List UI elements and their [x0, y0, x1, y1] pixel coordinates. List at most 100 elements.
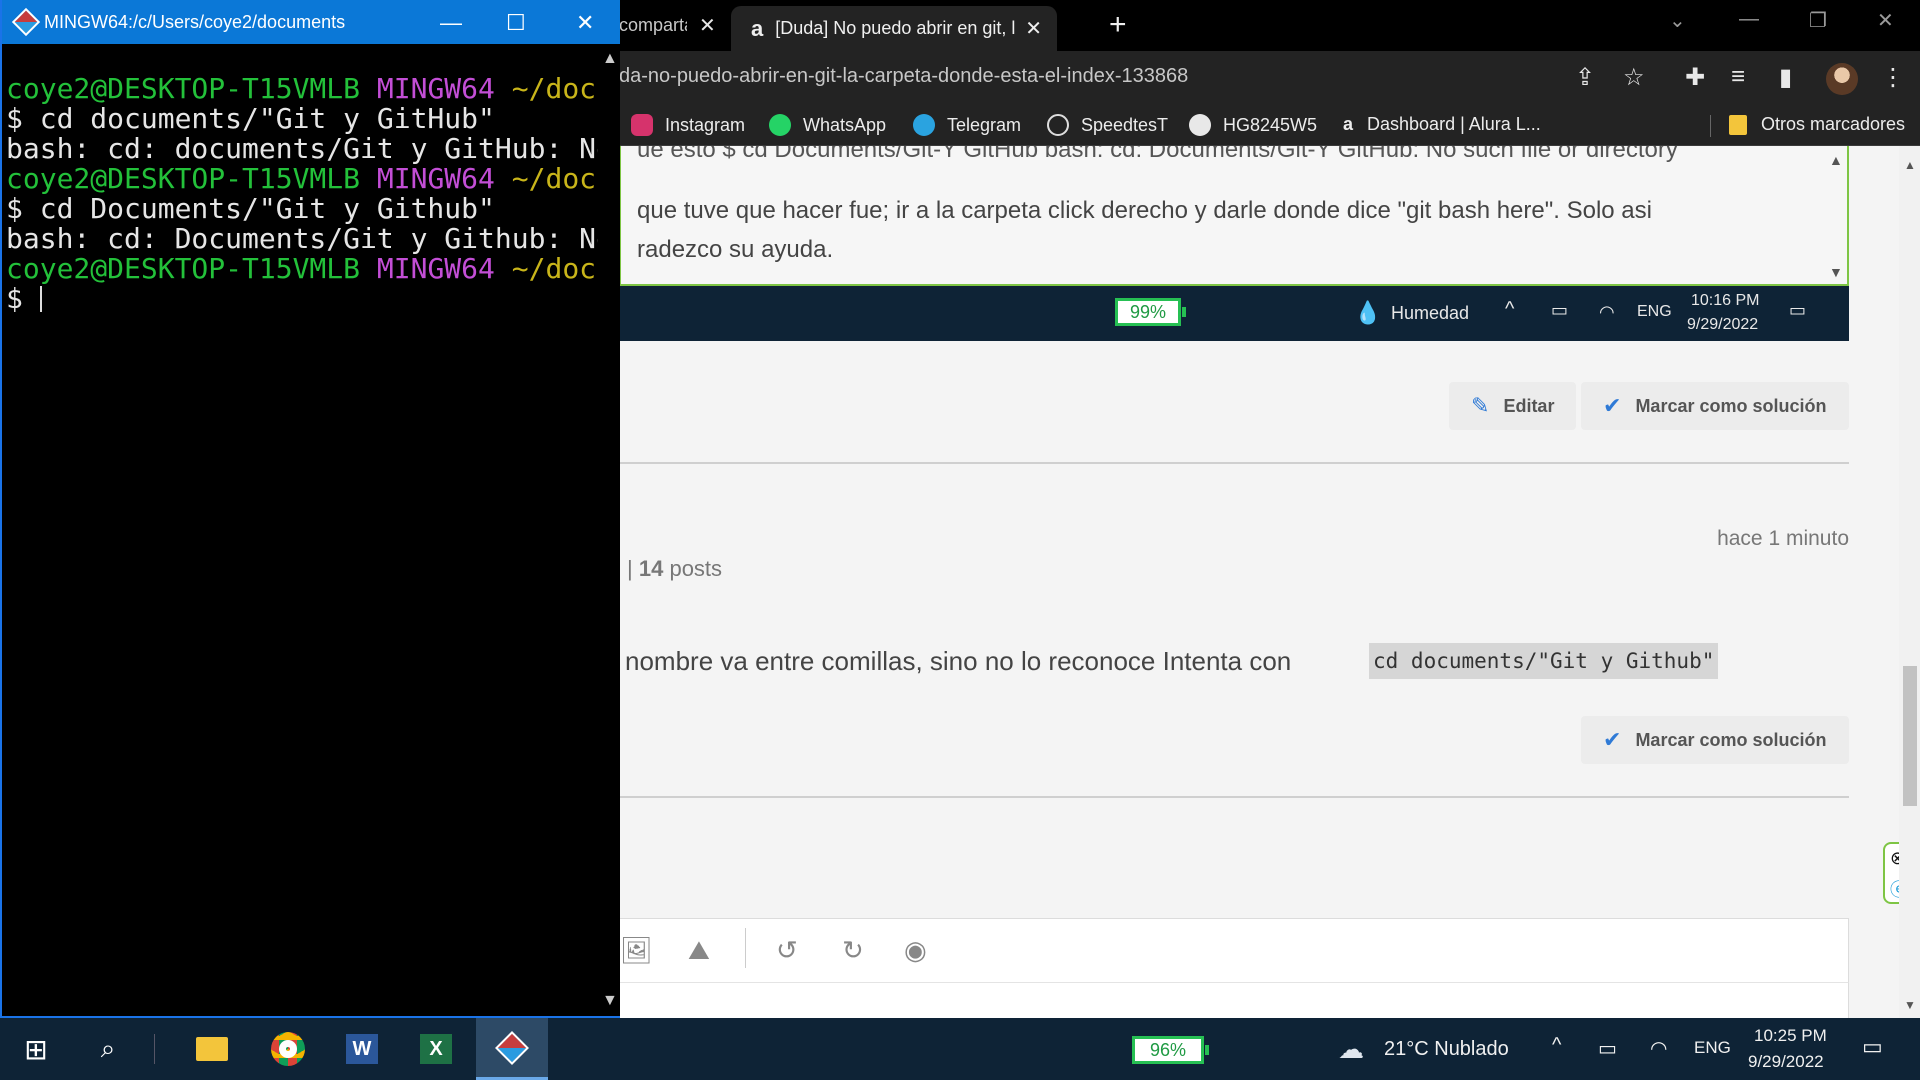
- language-indicator[interactable]: ENG: [1694, 1038, 1731, 1058]
- page-scrollbar[interactable]: ▲ ▼: [1899, 146, 1920, 1018]
- prompt-user: coye2@DESKTOP-T15VMLB: [6, 252, 361, 285]
- check-icon: ✔: [1603, 393, 1622, 418]
- edge-icon[interactable]: ⓔ: [1890, 876, 1899, 902]
- media-icon[interactable]: ≡: [1731, 63, 1745, 91]
- undo-icon[interactable]: ↺: [776, 935, 798, 966]
- wifi-icon: ◠: [1599, 302, 1615, 322]
- reply-divider: [619, 796, 1849, 798]
- separator: |: [627, 556, 633, 581]
- address-bar[interactable]: da-no-puedo-abrir-en-git-la-carpeta-dond…: [619, 65, 1519, 88]
- terminal-scrollbar[interactable]: ▲ ▼: [598, 44, 620, 1016]
- bookmark-instagram[interactable]: Instagram: [631, 114, 745, 136]
- tab-active-label: [Duda] No puedo abrir en git, la carpeta: [775, 18, 1016, 38]
- scroll-up-icon[interactable]: ▲: [602, 50, 618, 68]
- edit-button[interactable]: ✎ Editar: [1449, 382, 1577, 430]
- profile-avatar[interactable]: [1826, 63, 1858, 95]
- git-icon: [11, 7, 41, 37]
- bookmark-alura[interactable]: a Dashboard | Alura L...: [1343, 114, 1541, 135]
- scroll-down-icon: ▼: [1829, 264, 1843, 280]
- menu-icon[interactable]: ⋮: [1881, 63, 1905, 92]
- clock-date[interactable]: 9/29/2022: [1748, 1052, 1824, 1072]
- terminal-block: coye2@DESKTOP-T15VMLB MINGW64 ~/document…: [6, 164, 616, 254]
- bookmark-hg8245w5[interactable]: HG8245W5: [1189, 114, 1317, 136]
- preview-eye-icon[interactable]: ◉: [904, 935, 927, 966]
- excel-icon[interactable]: X: [414, 1018, 458, 1080]
- minimize-icon[interactable]: —: [1739, 8, 1759, 31]
- clock-time[interactable]: 10:25 PM: [1754, 1026, 1827, 1046]
- image-icon[interactable]: 🖼: [620, 935, 653, 966]
- bookmark-telegram[interactable]: Telegram: [913, 114, 1021, 136]
- weather-text[interactable]: 21°C Nublado: [1384, 1038, 1509, 1061]
- edit-label: Editar: [1503, 395, 1555, 416]
- tab-previous-label: comparta: [619, 15, 687, 35]
- wifi-icon[interactable]: ◠: [1650, 1036, 1667, 1061]
- scroll-down-icon[interactable]: ▼: [602, 992, 618, 1010]
- toolbar-separator: [745, 928, 746, 968]
- minimize-icon[interactable]: —: [440, 10, 462, 36]
- battery-icon[interactable]: ▭: [1598, 1036, 1617, 1061]
- extension-widget[interactable]: ⊗ ⓔ: [1883, 842, 1899, 904]
- terminal-error: bash: cd: Documents/Git y Github: No suc…: [6, 222, 613, 255]
- bookmark-speedtest[interactable]: SpeedtesT: [1047, 114, 1168, 136]
- share-icon[interactable]: ⇪: [1575, 63, 1595, 92]
- notification-icon: ▭: [1789, 300, 1807, 320]
- water-drop-icon: 💧: [1354, 300, 1382, 325]
- check-icon: ✔: [1603, 727, 1622, 752]
- reply-editor[interactable]: [619, 982, 1849, 1018]
- alura-favicon-icon: a: [751, 15, 764, 41]
- close-window-icon[interactable]: ✕: [1877, 8, 1894, 33]
- chevron-up-icon[interactable]: ^: [1552, 1034, 1561, 1057]
- prompt-user: coye2@DESKTOP-T15VMLB: [6, 72, 361, 105]
- file-explorer-icon[interactable]: [190, 1018, 234, 1080]
- bookmark-whatsapp[interactable]: WhatsApp: [769, 114, 886, 136]
- upload-image-icon[interactable]: ⛰: [688, 935, 710, 967]
- search-icon[interactable]: ⌕: [86, 1018, 130, 1080]
- close-circle-icon[interactable]: ⊗: [1890, 848, 1899, 869]
- chrome-icon[interactable]: [264, 1018, 312, 1080]
- close-icon[interactable]: ✕: [699, 13, 716, 38]
- scroll-down-icon[interactable]: ▼: [1904, 998, 1916, 1012]
- extensions-icon[interactable]: ✚: [1685, 63, 1705, 92]
- reply-mark-solution-button[interactable]: ✔ Marcar como solución: [1581, 716, 1849, 764]
- other-bookmarks-label: Otros marcadores: [1761, 114, 1906, 134]
- embedded-time: 10:16 PM: [1691, 292, 1760, 309]
- git-bash-taskbar-icon[interactable]: [476, 1018, 548, 1080]
- restore-icon[interactable]: ❐: [1809, 8, 1827, 33]
- word-icon[interactable]: W: [340, 1018, 384, 1080]
- prompt-system: MINGW64: [376, 162, 495, 195]
- bookmark-star-icon[interactable]: ☆: [1623, 63, 1645, 92]
- bash-titlebar: MINGW64:/c/Users/coye2/documents — ☐ ✕: [2, 0, 620, 44]
- scrollbar-thumb[interactable]: [1903, 666, 1917, 806]
- text-cursor: [39, 286, 42, 312]
- battery-indicator[interactable]: 96%: [1132, 1036, 1209, 1064]
- redo-icon[interactable]: ↻: [842, 935, 864, 966]
- embedded-text-line: radezco su ayuda.: [637, 236, 834, 263]
- embedded-screenshot: ue esto $ cd Documents/Git-Y GitHub bash…: [619, 146, 1849, 286]
- tab-previous[interactable]: comparta ✕: [619, 0, 727, 51]
- terminal-output[interactable]: coye2@DESKTOP-T15VMLB MINGW64 ~/document…: [6, 44, 616, 1016]
- bookmarks-separator: [1710, 115, 1711, 137]
- notification-icon[interactable]: ▭: [1862, 1034, 1883, 1060]
- battery-icon: ▭: [1551, 300, 1569, 320]
- prompt-system: MINGW64: [376, 252, 495, 285]
- close-icon[interactable]: ✕: [576, 10, 594, 36]
- embedded-battery: 99%: [1115, 298, 1186, 326]
- windows-start-icon[interactable]: ⊞: [14, 1018, 58, 1080]
- bookmark-label: Instagram: [665, 114, 746, 135]
- other-bookmarks[interactable]: Otros marcadores: [1729, 114, 1905, 135]
- reply-text: nombre va entre comillas, sino no lo rec…: [625, 646, 1292, 676]
- embedded-text-line: que tuve que hacer fue; ir a la carpeta …: [637, 197, 1652, 224]
- close-icon[interactable]: ✕: [1025, 16, 1042, 41]
- new-tab-icon[interactable]: +: [1109, 8, 1127, 42]
- side-panel-icon[interactable]: ▮: [1779, 63, 1792, 92]
- whatsapp-icon: [769, 114, 791, 136]
- author-posts-count: | 14 posts: [627, 556, 722, 582]
- scroll-up-icon[interactable]: ▲: [1904, 158, 1916, 172]
- tab-active[interactable]: a [Duda] No puedo abrir en git, la carpe…: [731, 6, 1057, 51]
- mark-solution-button[interactable]: ✔ Marcar como solución: [1581, 382, 1849, 430]
- maximize-icon[interactable]: ☐: [506, 10, 526, 36]
- embedded-lang: ENG: [1637, 303, 1672, 320]
- tab-search-icon[interactable]: ⌄: [1669, 8, 1686, 33]
- git-bash-window: MINGW64:/c/Users/coye2/documents — ☐ ✕ c…: [0, 0, 620, 1018]
- taskbar-separator: [154, 1034, 155, 1064]
